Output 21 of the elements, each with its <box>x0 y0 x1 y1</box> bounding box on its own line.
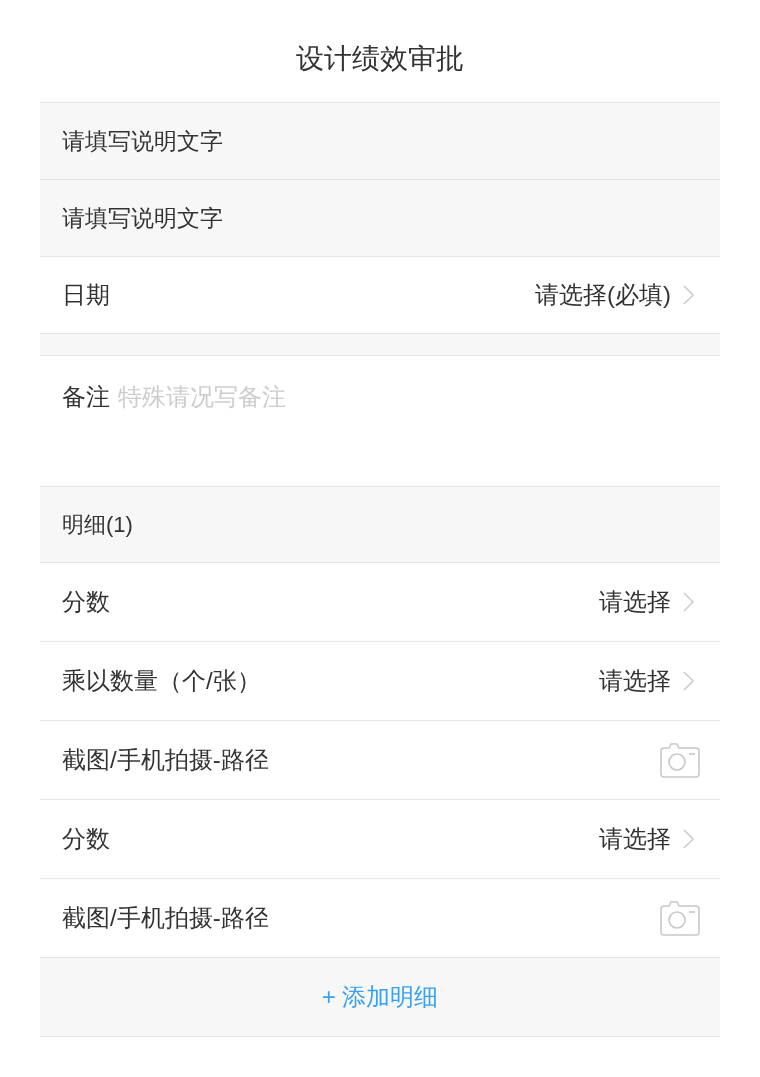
field-value: 请选择 <box>599 666 671 696</box>
chevron-right-icon <box>683 671 694 691</box>
field-label: 日期 <box>62 280 110 310</box>
camera-icon[interactable] <box>660 742 700 778</box>
field-label: 备注 <box>62 382 110 412</box>
field-label: 截图/手机拍摄-路径 <box>62 745 269 775</box>
page-title: 设计绩效审批 <box>296 42 464 76</box>
field-label: 截图/手机拍摄-路径 <box>62 903 269 933</box>
chevron-right-icon <box>683 592 694 612</box>
field-label: 分数 <box>62 824 110 854</box>
chevron-right-icon <box>683 285 694 305</box>
field-label: 乘以数量（个/张） <box>62 666 261 696</box>
section-title: 明细(1) <box>62 511 133 539</box>
field-value: 请选择 <box>599 587 671 617</box>
field-label: 分数 <box>62 587 110 617</box>
camera-icon[interactable] <box>660 900 700 936</box>
field-value: 请选择(必填) <box>535 280 671 310</box>
chevron-right-icon <box>683 829 694 849</box>
field-value: 请选择 <box>599 824 671 854</box>
note-text: 请填写说明文字 <box>62 203 223 233</box>
note-text: 请填写说明文字 <box>62 126 223 156</box>
